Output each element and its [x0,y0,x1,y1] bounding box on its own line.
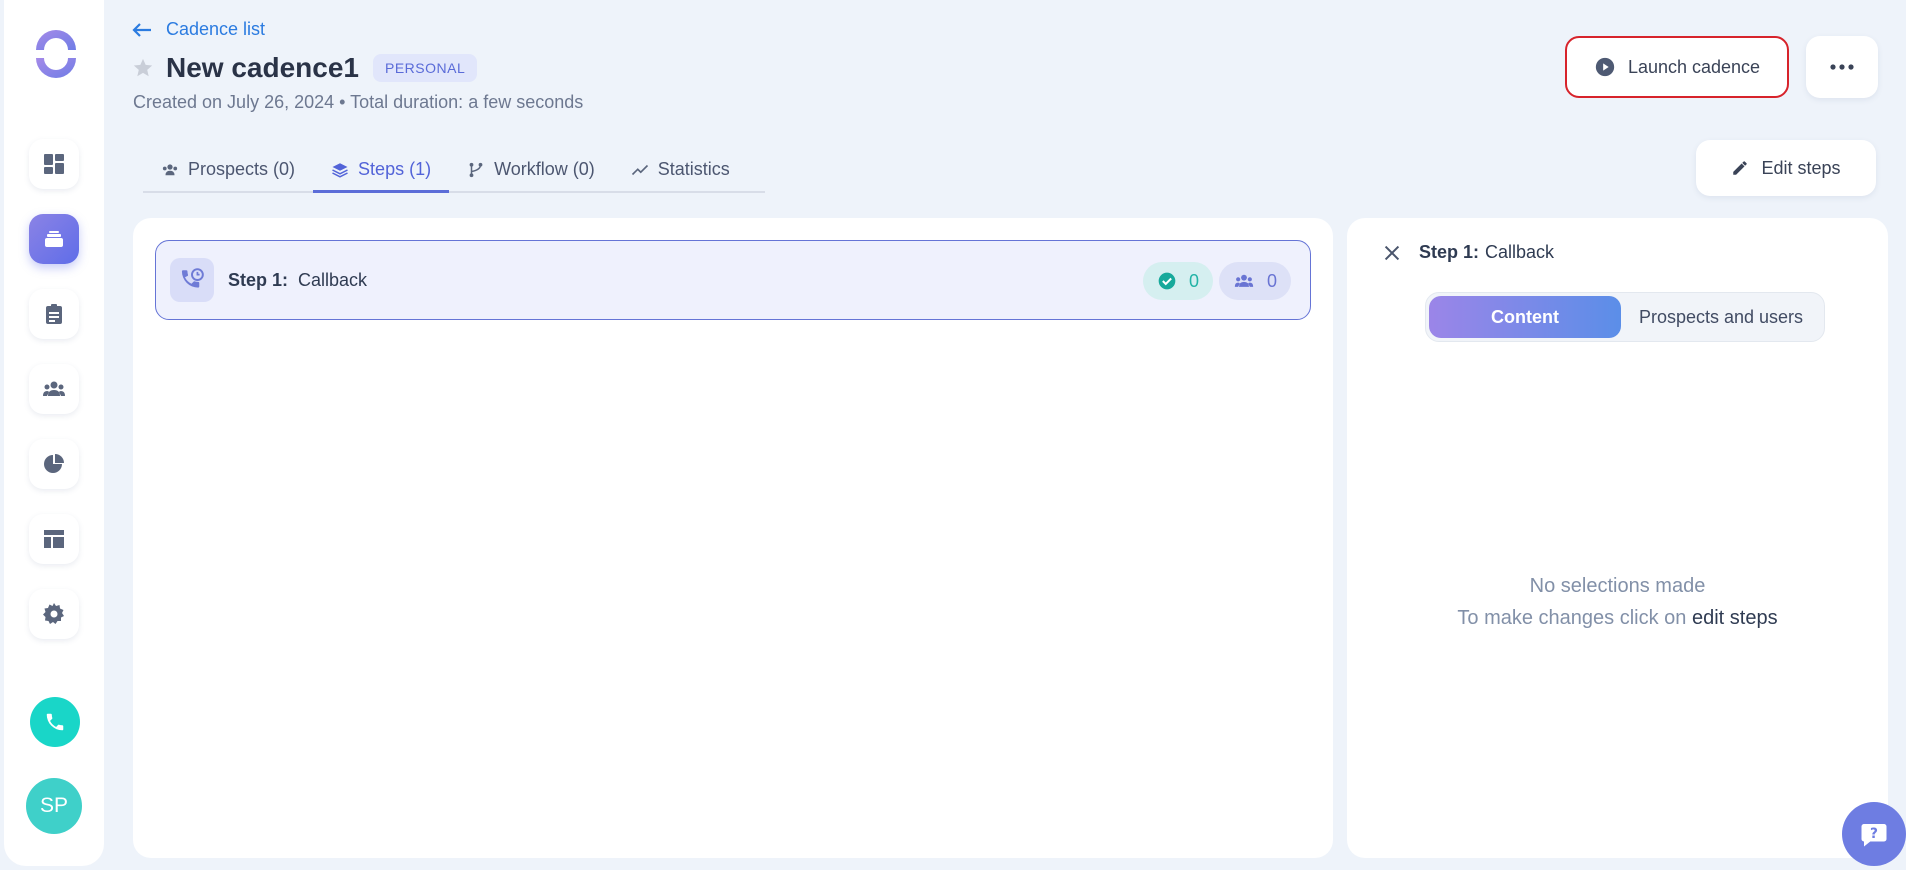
sidebar-item-templates[interactable] [29,514,79,564]
help-chat-button[interactable]: ? [1842,802,1906,866]
sidebar-item-prospects[interactable] [29,364,79,414]
pencil-icon [1733,161,1748,175]
sidebar-item-settings[interactable] [29,589,79,639]
more-options-button[interactable] [1806,36,1878,98]
side-panel-title: Step 1: Callback [1419,242,1554,263]
svg-text:?: ? [1870,826,1878,842]
step-prospects-count-badge: 0 [1219,262,1292,300]
edit-steps-button[interactable]: Edit steps [1696,140,1876,196]
back-label: Cadence list [166,19,266,39]
more-horizontal-icon [1830,64,1854,70]
user-avatar[interactable]: SP [26,778,82,834]
back-to-cadence-list[interactable]: Cadence list [132,19,265,40]
tab-prospects[interactable]: Prospects (0) [143,148,313,191]
prospects-icon [43,381,65,396]
tab-label: Prospects (0) [188,159,296,179]
tab-label: Workflow (0) [494,159,595,179]
people-icon [162,163,178,175]
sidebar-item-dashboard[interactable] [29,139,79,189]
title-row: New cadence1 PERSONAL [132,52,478,84]
page-title: New cadence1 [166,52,359,83]
tab-label: Statistics [657,159,730,179]
empty-hint: To make changes click on edit steps [1347,602,1888,634]
callback-icon [170,258,214,302]
tab-workflow[interactable]: Workflow (0) [449,148,613,191]
sidebar-item-reports[interactable] [29,439,79,489]
edit-steps-link[interactable]: edit steps [1692,607,1778,629]
edit-steps-label: Edit steps [1761,157,1841,178]
side-step-number: Step 1: [1419,242,1480,262]
phone-icon [46,713,64,731]
settings-icon [43,603,64,624]
sidebar: SP [4,0,104,866]
trend-icon [631,164,648,175]
cadence-meta: Created on July 26, 2024 • Total duratio… [133,92,584,112]
tab-statistics[interactable]: Statistics [613,148,748,191]
step-number: Step 1: [228,270,289,290]
dashboard-icon [44,154,64,174]
step-name: Callback [298,270,368,290]
sidebar-item-tasks[interactable] [29,289,79,339]
side-step-name: Callback [1485,242,1555,262]
call-button[interactable] [30,697,80,747]
cadence-tabs: Prospects (0) Steps (1) Workflow (0) Sta… [143,148,765,193]
empty-title: No selections made [1529,575,1706,597]
prospects-count: 0 [1267,270,1278,291]
layers-icon [332,162,348,178]
app-logo-icon[interactable] [32,30,80,78]
step-card[interactable]: Step 1: Callback 0 0 [155,240,1311,320]
launch-cadence-button[interactable]: Launch cadence [1565,36,1789,98]
done-count: 0 [1189,270,1200,291]
tab-steps[interactable]: Steps (1) [313,148,450,193]
cadence-type-badge: PERSONAL [373,54,478,82]
step-done-count-badge: 0 [1143,262,1214,300]
empty-state: No selections made To make changes click… [1347,570,1888,634]
star-icon[interactable] [132,57,154,79]
reports-icon [44,454,64,473]
steps-panel: Step 1: Callback 0 0 [133,218,1333,858]
segment-prospects-and-users[interactable]: Prospects and users [1621,296,1821,338]
templates-icon [44,530,64,548]
cadences-icon [45,231,63,247]
play-circle-icon [1595,57,1615,77]
tab-label: Steps (1) [358,159,432,179]
segment-content[interactable]: Content [1429,296,1621,338]
launch-cadence-label: Launch cadence [1627,56,1761,77]
people-icon [1234,274,1254,287]
empty-hint-text: To make changes click on [1457,607,1687,629]
arrow-left-icon [132,22,151,37]
step-detail-panel: Step 1: Callback Content Prospects and us… [1347,218,1888,858]
check-circle-icon [1158,272,1176,290]
step-title: Step 1: Callback [228,270,367,291]
close-icon[interactable] [1381,242,1403,264]
help-chat-icon: ? [1861,824,1887,847]
branch-icon [469,162,483,177]
avatar-initials: SP [39,794,68,817]
panel-segmented-control: Content Prospects and users [1425,292,1825,342]
tasks-icon [46,304,62,324]
sidebar-item-cadences[interactable] [29,214,79,264]
